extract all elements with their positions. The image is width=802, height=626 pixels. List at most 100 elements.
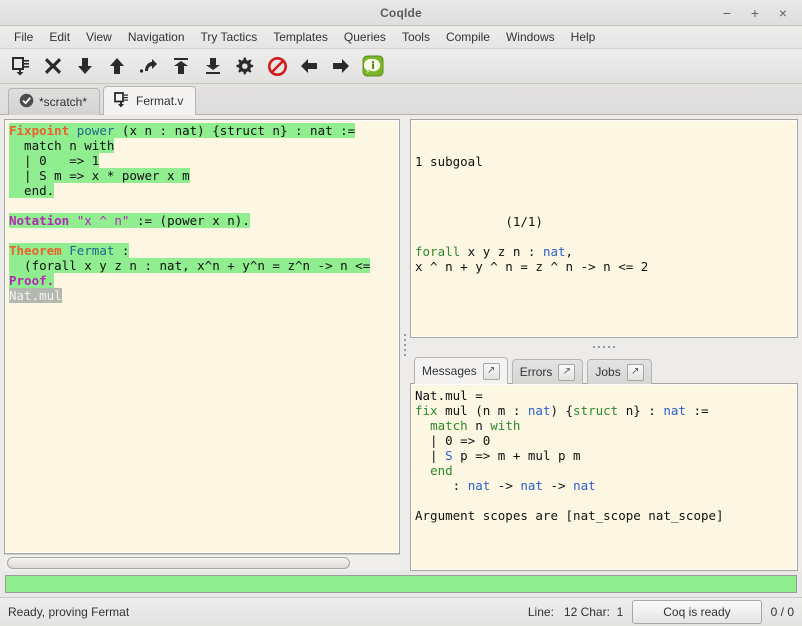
splitter-grip [404,334,406,356]
menu-tools[interactable]: Tools [394,28,438,46]
code-token: power [77,123,115,138]
arrow-down-icon[interactable] [69,51,101,81]
goal-view[interactable]: 1 subgoal (1/1) forall x y z n : nat,x ^… [410,119,798,338]
title-bar: CoqIde − + × [0,0,802,26]
code-token: match n with [9,138,114,153]
menu-queries[interactable]: Queries [336,28,394,46]
tab-errors[interactable]: Errors ↗ [512,359,584,384]
code-token: S [445,448,453,463]
detach-arrow-icon[interactable]: ↗ [483,363,500,380]
code-token: nat [543,244,566,259]
code-line: match n with [415,418,797,433]
code-token: ) { [550,403,573,418]
tool-bar [0,49,802,84]
minimize-icon[interactable]: − [720,6,734,20]
code-token: Argument scopes are [nat_scope nat_scope… [415,508,724,523]
code-token: Fermat [69,243,114,258]
code-line: Theorem Fermat : [9,243,399,258]
code-token [69,213,77,228]
vertical-splitter[interactable] [400,119,410,571]
menu-windows[interactable]: Windows [498,28,563,46]
go-to-end-icon[interactable] [197,51,229,81]
goal-header: 1 subgoal [415,154,797,169]
check-circle-icon [19,93,34,111]
detach-arrow-icon[interactable]: ↗ [627,364,644,381]
code-token: n} : [618,403,663,418]
menu-compile[interactable]: Compile [438,28,498,46]
editor-horizontal-scrollbar[interactable] [4,554,400,571]
close-x-icon[interactable] [37,51,69,81]
code-token: end. [9,183,54,198]
menu-templates[interactable]: Templates [265,28,336,46]
code-token: match [430,418,468,433]
info-icon[interactable] [357,51,389,81]
file-icon [114,92,131,111]
code-token: struct [573,403,618,418]
tab-label: Jobs [595,365,620,379]
menu-try-tactics[interactable]: Try Tactics [193,28,266,46]
code-line: Nat.mul = [415,388,797,403]
menu-view[interactable]: View [78,28,120,46]
tab-messages[interactable]: Messages ↗ [414,357,508,384]
code-line: | S p => m + mul p m [415,448,797,463]
message-view[interactable]: Nat.mul =fix mul (n m : nat) {struct n} … [410,383,798,571]
status-message: Ready, proving Fermat [8,605,129,619]
code-token: mul (n m : [438,403,528,418]
horizontal-splitter[interactable] [410,338,798,356]
maximize-icon[interactable]: + [748,6,762,20]
code-token: Nat.mul [9,288,62,303]
code-token: -> [543,478,573,493]
source-editor[interactable]: Fixpoint power (x n : nat) {struct n} : … [4,119,400,554]
code-line: (forall x y z n : nat, x^n + y^n = z^n -… [9,258,399,273]
code-line: x ^ n + y ^ n = z ^ n -> n <= 2 [415,259,797,274]
code-token: forall [415,244,460,259]
detach-arrow-icon[interactable]: ↗ [558,364,575,381]
message-tabs: Messages ↗ Errors ↗ Jobs ↗ [410,356,798,383]
arrow-up-icon[interactable] [101,51,133,81]
go-to-cursor-icon[interactable] [133,51,165,81]
document-tabs: *scratch* Fermat.v [0,84,802,115]
main-paned: Fixpoint power (x n : nat) {struct n} : … [0,115,802,571]
tab-scratch[interactable]: *scratch* [8,88,100,115]
code-token: x ^ n + y ^ n = z ^ n -> n <= 2 [415,259,648,274]
code-line [9,198,399,213]
code-token: | 0 => 0 [415,433,490,448]
code-line: Notation "x ^ n" := (power x n). [9,213,399,228]
menu-navigation[interactable]: Navigation [120,28,193,46]
code-token: Notation [9,213,69,228]
new-file-icon[interactable] [5,51,37,81]
scrollbar-thumb[interactable] [7,557,350,569]
menu-file[interactable]: File [6,28,41,46]
code-line: | 0 => 1 [9,153,399,168]
arrow-left-icon[interactable] [293,51,325,81]
code-line: end [415,463,797,478]
gear-icon[interactable] [229,51,261,81]
stop-icon[interactable] [261,51,293,81]
code-token: (x n : nat) {struct n} : nat := [114,123,355,138]
coqide-window: CoqIde − + × File Edit View Navigation T… [0,0,802,626]
editor-viewport[interactable]: Fixpoint power (x n : nat) {struct n} : … [5,120,399,553]
code-line: | S m => x * power x m [9,168,399,183]
code-token: nat [573,478,596,493]
menu-help[interactable]: Help [563,28,604,46]
code-token: Fixpoint [9,123,69,138]
code-line: Argument scopes are [nat_scope nat_scope… [415,508,797,523]
code-token: | [415,448,445,463]
tab-label: *scratch* [39,95,87,109]
code-line [415,493,797,508]
editor-text[interactable]: Fixpoint power (x n : nat) {struct n} : … [5,120,399,303]
code-token [69,123,77,138]
editor-pane: Fixpoint power (x n : nat) {struct n} : … [4,119,400,571]
tab-jobs[interactable]: Jobs ↗ [587,359,651,384]
tab-fermat-v[interactable]: Fermat.v [103,86,196,115]
code-line: | 0 => 0 [415,433,797,448]
coq-ready-button[interactable]: Coq is ready [632,600,761,624]
tab-label: Messages [422,364,477,378]
goal-statement: forall x y z n : nat,x ^ n + y ^ n = z ^… [415,244,797,274]
code-token: nat [528,403,551,418]
close-icon[interactable]: × [776,6,790,20]
arrow-right-icon[interactable] [325,51,357,81]
status-bar: Ready, proving Fermat Line: 12 Char: 1 C… [0,597,802,626]
go-to-start-icon[interactable] [165,51,197,81]
menu-edit[interactable]: Edit [41,28,78,46]
